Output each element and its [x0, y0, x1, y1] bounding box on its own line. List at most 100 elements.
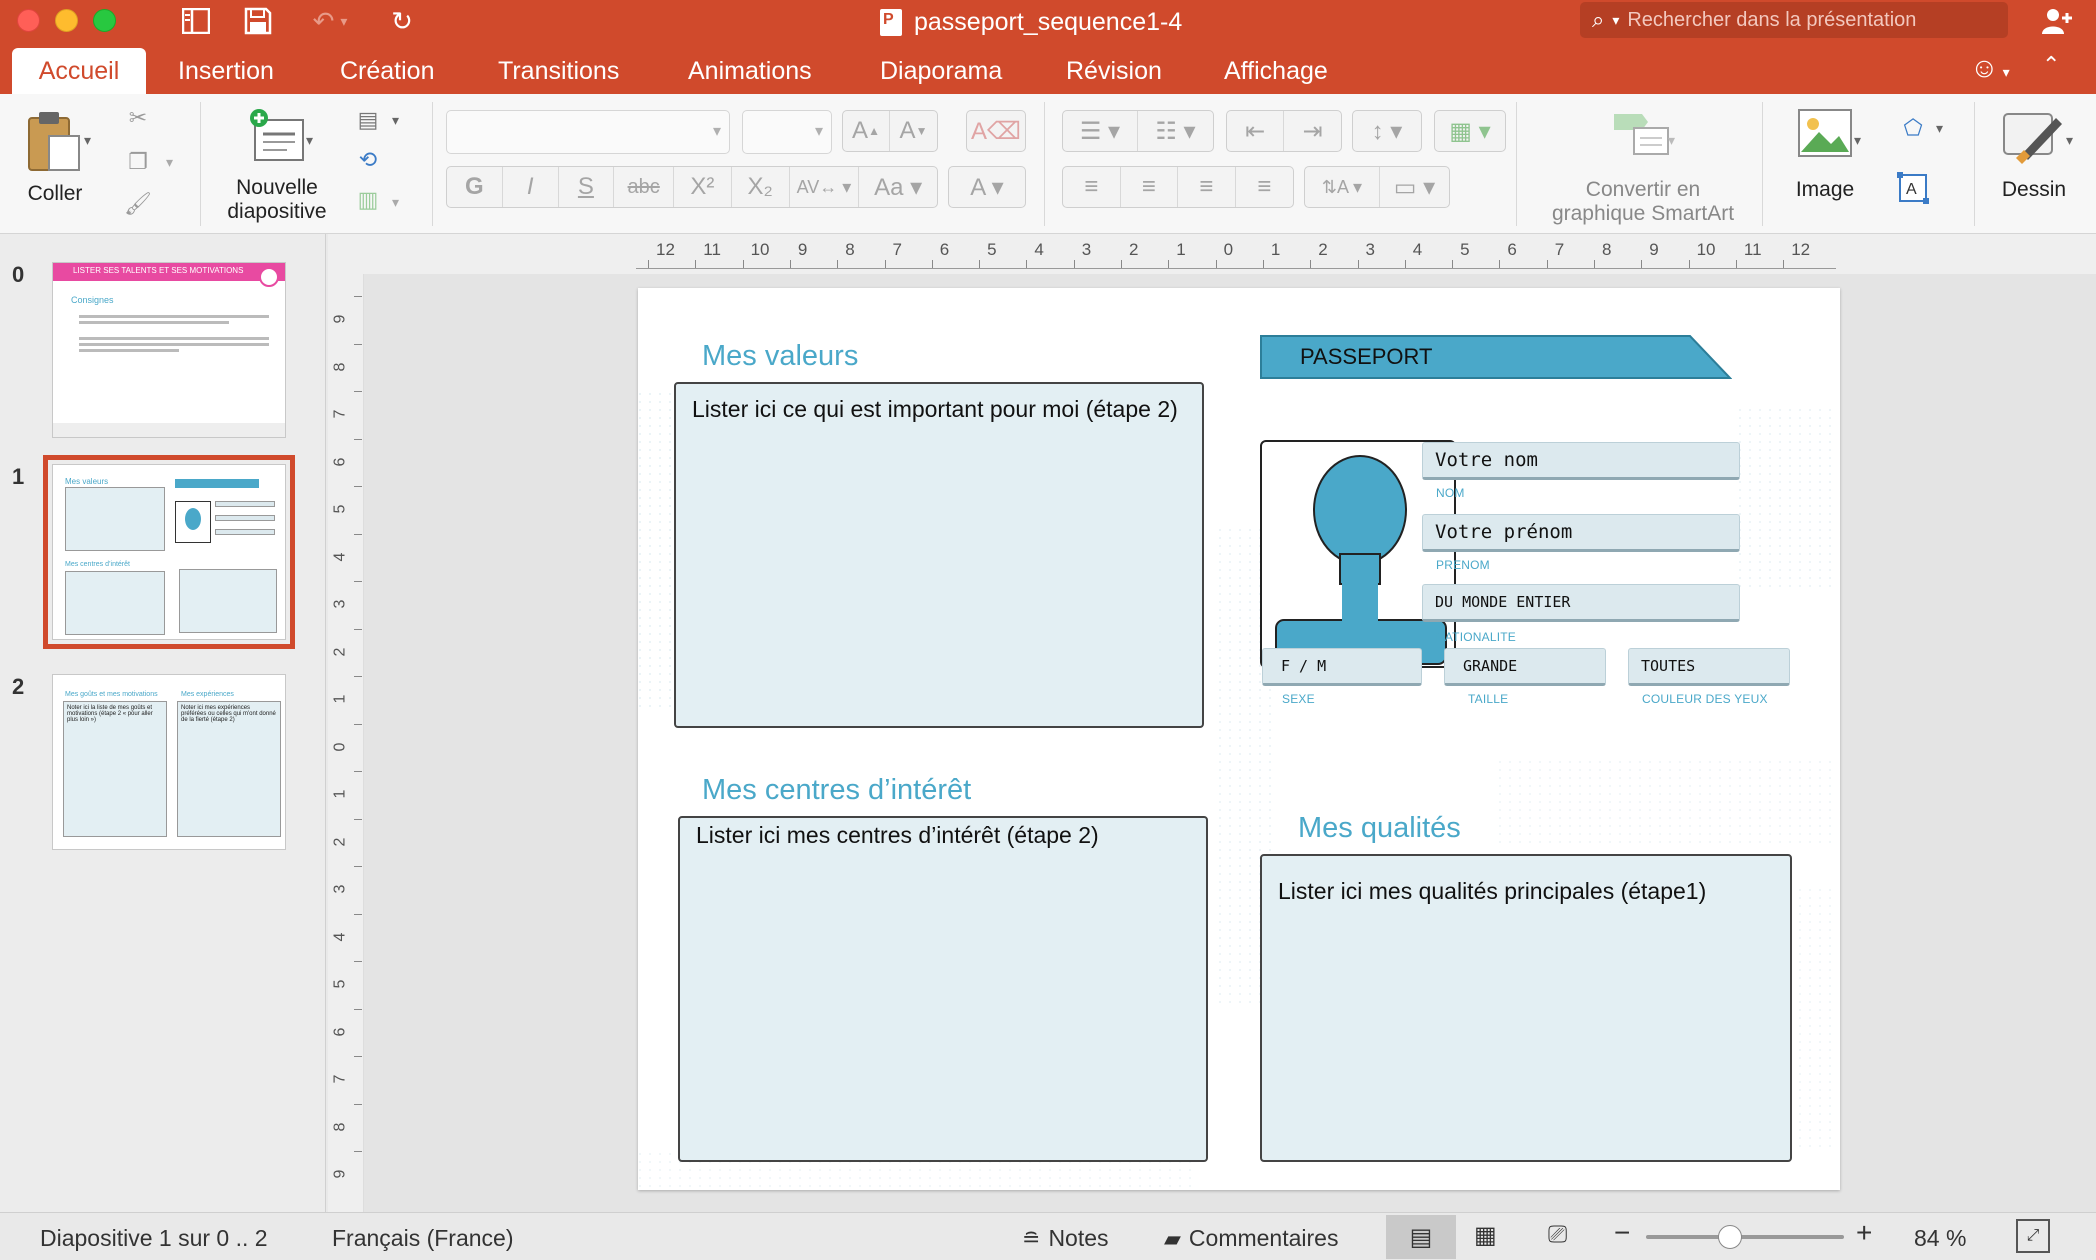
layout-icon[interactable]: ▤ [350, 104, 386, 136]
zoom-slider-track[interactable] [1646, 1235, 1844, 1239]
align-left-button[interactable]: ≡ [1063, 167, 1121, 207]
zoom-level[interactable]: 84 % [1914, 1225, 1966, 1252]
share-person-icon[interactable] [2036, 4, 2078, 38]
drawing-chevron[interactable]: ▾ [2066, 132, 2073, 149]
tab-animations[interactable]: Animations [668, 48, 832, 94]
smartart-chevron[interactable]: ▾ [1668, 132, 1675, 149]
zoom-in-button[interactable]: + [1856, 1217, 1872, 1249]
language-indicator[interactable]: Français (France) [332, 1225, 513, 1252]
text-box-icon[interactable]: A [1892, 172, 1934, 204]
new-slide-button[interactable]: Nouvelle diapositive [212, 108, 342, 224]
cut-icon[interactable]: ✂ [120, 102, 156, 134]
qualities-text[interactable]: Lister ici mes qualités principales (éta… [1278, 878, 1706, 905]
tab-accueil[interactable]: Accueil [12, 48, 146, 94]
increase-indent-button[interactable]: ⇥ [1284, 111, 1341, 151]
slide-editor[interactable]: Mes valeurs Lister ici ce qui est import… [638, 288, 1840, 1190]
decrease-font-size-button[interactable]: A ▼ [890, 111, 937, 151]
qualities-box[interactable]: Lister ici mes qualités principales (éta… [1260, 854, 1792, 1162]
values-box[interactable]: Lister ici ce qui est important pour moi… [674, 382, 1204, 728]
copy-icon[interactable]: ❐ [120, 146, 156, 178]
height-field[interactable]: GRANDE [1444, 648, 1606, 686]
subscript-button[interactable]: X₂ [732, 167, 790, 207]
presenter-view-icon[interactable]: ⎚ [1548, 1221, 1567, 1249]
convert-smartart-button[interactable]: Convertir en graphique SmartArt [1534, 108, 1752, 226]
strikethrough-button[interactable]: abc [614, 167, 675, 207]
decrease-indent-button[interactable]: ⇤ [1227, 111, 1285, 151]
superscript-button[interactable]: X² [674, 167, 732, 207]
eye-color-field[interactable]: TOUTES [1628, 648, 1790, 686]
values-heading[interactable]: Mes valeurs [702, 340, 858, 373]
fit-to-window-icon[interactable]: ⤢ [2016, 1219, 2050, 1253]
tab-diaporama[interactable]: Diaporama [860, 48, 1022, 94]
shapes-chevron[interactable]: ▾ [1936, 120, 1943, 137]
tab-creation[interactable]: Création [320, 48, 455, 94]
undo-icon[interactable]: ↶ ▾ [300, 4, 360, 38]
bold-button[interactable]: G [447, 167, 503, 207]
minimize-window-button[interactable] [55, 9, 78, 32]
section-icon[interactable]: ▥ [350, 184, 386, 216]
tab-revision[interactable]: Révision [1046, 48, 1182, 94]
section-chevron[interactable]: ▾ [392, 194, 399, 211]
values-text[interactable]: Lister ici ce qui est important pour moi… [692, 396, 1178, 423]
font-color-button[interactable]: A ▾ [948, 166, 1026, 208]
close-window-button[interactable] [17, 9, 40, 32]
zoom-out-button[interactable]: − [1614, 1217, 1630, 1249]
format-painter-icon[interactable]: 🖌 [120, 188, 156, 220]
align-center-button[interactable]: ≡ [1121, 167, 1178, 207]
sex-field[interactable]: F / M [1262, 648, 1422, 686]
shapes-icon[interactable]: ⬠ [1892, 112, 1934, 144]
slide-sorter-icon[interactable]: ▦ [1474, 1221, 1497, 1250]
slide-thumbnail-2[interactable]: Mes goûts et mes motivations Mes expérie… [52, 674, 286, 850]
new-slide-chevron[interactable]: ▾ [306, 132, 313, 149]
save-icon[interactable] [238, 4, 278, 38]
bullets-button[interactable]: ☰ ▾ [1063, 111, 1138, 151]
passport-banner[interactable]: PASSEPORT [1260, 334, 1732, 380]
line-spacing-button[interactable]: ↕ ▾ [1352, 110, 1422, 152]
redo-icon[interactable]: ↻ [382, 4, 422, 38]
collapse-ribbon-icon[interactable]: ⌃ [2042, 52, 2060, 78]
font-family-dropdown[interactable] [446, 110, 730, 154]
tab-affichage[interactable]: Affichage [1204, 48, 1348, 94]
search-box[interactable]: ⌕ ▾ Rechercher dans la présentation [1580, 2, 2008, 38]
drawing-button[interactable]: Dessin [1986, 108, 2082, 202]
align-text-button[interactable]: ▭ ▾ [1380, 167, 1449, 207]
image-button[interactable]: Image [1776, 108, 1874, 202]
change-case-button[interactable]: Aa ▾ [859, 167, 937, 207]
normal-view-icon[interactable]: ▤ [1386, 1215, 1456, 1259]
justify-button[interactable]: ≡ [1236, 167, 1294, 207]
feedback-smiley-icon[interactable]: ☺ ▾ [1970, 52, 2010, 84]
font-size-dropdown[interactable] [742, 110, 832, 154]
italic-button[interactable]: I [503, 167, 559, 207]
text-direction-button[interactable]: ⇅A ▾ [1305, 167, 1380, 207]
paste-options-chevron[interactable]: ▾ [84, 132, 91, 149]
increase-font-size-button[interactable]: A ▲ [843, 111, 891, 151]
nationality-field[interactable]: DU MONDE ENTIER [1422, 584, 1740, 622]
paste-button[interactable]: Coller [14, 108, 96, 206]
align-right-button[interactable]: ≡ [1178, 167, 1236, 207]
tab-transitions[interactable]: Transitions [478, 48, 639, 94]
slide-thumbnail-0[interactable]: LISTER SES TALENTS ET SES MOTIVATIONS Co… [52, 262, 286, 438]
image-chevron[interactable]: ▾ [1854, 132, 1861, 149]
slide-thumbnail-1[interactable]: Mes valeurs Mes centres d’intérêt [43, 455, 295, 649]
tab-insertion[interactable]: Insertion [158, 48, 294, 94]
reset-slide-icon[interactable]: ⟲ [350, 144, 386, 176]
sidebar-toggle-icon[interactable] [176, 4, 216, 38]
copy-options-chevron[interactable]: ▾ [166, 154, 173, 171]
name-field[interactable]: Votre nom [1422, 442, 1740, 480]
interests-heading[interactable]: Mes centres d’intérêt [702, 774, 971, 807]
notes-button[interactable]: ≘ Notes [1022, 1225, 1109, 1252]
layout-chevron[interactable]: ▾ [392, 112, 399, 129]
ruler-tick-label: 9 [331, 1169, 349, 1179]
zoom-slider-handle[interactable] [1718, 1225, 1742, 1249]
zoom-window-button[interactable] [93, 9, 116, 32]
clear-formatting-button[interactable]: A⌫ [966, 110, 1026, 152]
firstname-field[interactable]: Votre prénom [1422, 514, 1740, 552]
columns-button[interactable]: ▦ ▾ [1434, 110, 1506, 152]
numbering-button[interactable]: ☷ ▾ [1138, 111, 1213, 151]
comments-button[interactable]: ▰ Commentaires [1164, 1225, 1338, 1252]
underline-button[interactable]: S [559, 167, 615, 207]
qualities-heading[interactable]: Mes qualités [1298, 812, 1461, 845]
character-spacing-button[interactable]: AV↔ ▾ [790, 167, 860, 207]
interests-text[interactable]: Lister ici mes centres d’intérêt (étape … [696, 822, 1099, 849]
interests-box[interactable]: Lister ici mes centres d’intérêt (étape … [678, 816, 1208, 1162]
